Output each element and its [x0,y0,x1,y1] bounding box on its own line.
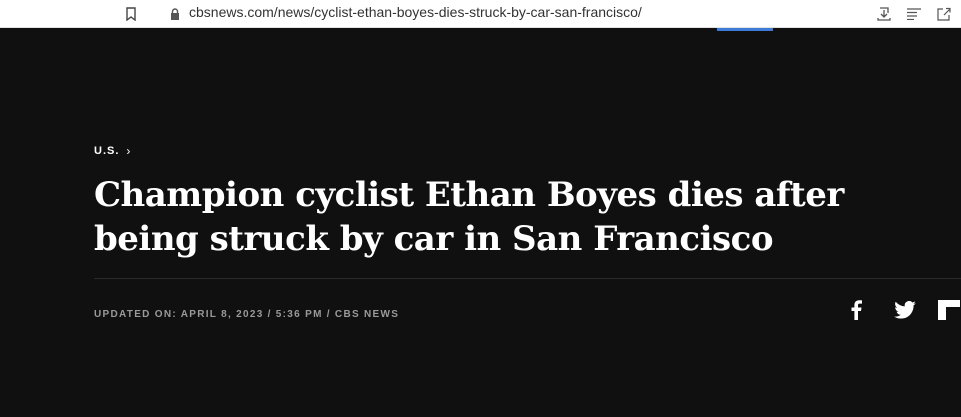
facebook-icon [850,299,862,325]
share-icon[interactable] [935,5,953,23]
flipboard-share-button[interactable] [937,298,961,326]
twitter-icon [894,300,916,324]
lock-icon[interactable] [166,5,184,23]
bookmark-icon[interactable] [122,5,140,23]
twitter-share-button[interactable] [892,298,918,326]
facebook-share-button[interactable] [846,298,866,326]
article-header: U.S. › Champion cyclist Ethan Boyes dies… [0,28,961,417]
divider [94,278,961,279]
article-byline: UPDATED ON: APRIL 8, 2023 / 5:36 PM / CB… [94,309,400,320]
nav-accent-bar [717,28,773,31]
url-field[interactable]: cbsnews.com/news/cyclist-ethan-boyes-die… [189,4,642,20]
browser-address-bar: cbsnews.com/news/cyclist-ethan-boyes-die… [0,0,961,28]
article-headline: Champion cyclist Ethan Boyes dies after … [94,175,844,259]
breadcrumb[interactable]: U.S. › [94,144,131,158]
chevron-right-icon: › [126,144,132,158]
download-icon[interactable] [875,5,893,23]
reading-list-icon[interactable] [905,5,923,23]
breadcrumb-section[interactable]: U.S. [94,145,119,157]
flipboard-icon [938,299,960,325]
